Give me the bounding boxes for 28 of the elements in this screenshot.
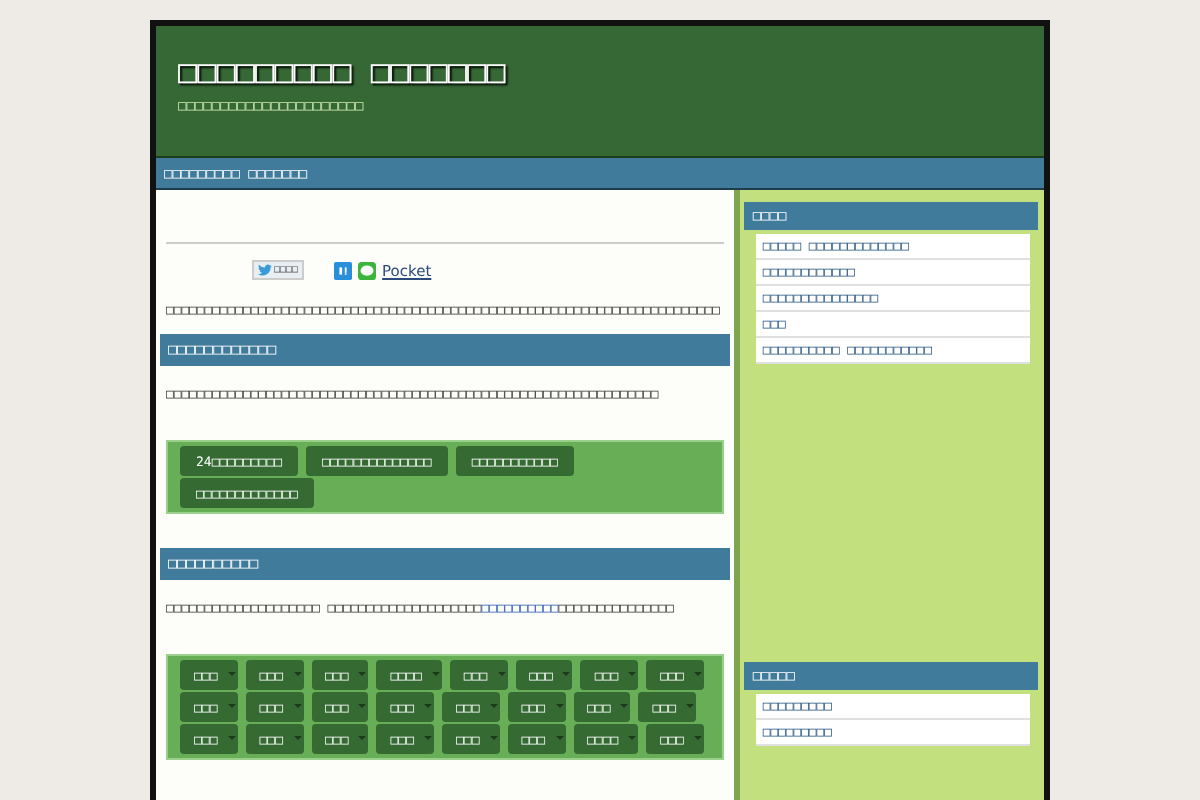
caret-icon: [358, 672, 367, 676]
caret-icon: [227, 704, 236, 708]
caret-icon: [555, 736, 563, 740]
caret-icon: [497, 672, 506, 676]
caret-icon: [424, 736, 432, 740]
bird-icon: [258, 264, 272, 276]
caret-icon: [693, 736, 702, 740]
caret-icon: [293, 672, 301, 676]
caret-icon: [489, 704, 498, 708]
bookmark-icon[interactable]: [334, 261, 353, 279]
caret-icon: [489, 736, 498, 740]
site-title[interactable]: □□□□□□□□□ □□□□□□□: [178, 52, 1022, 92]
chat-bubble-icon[interactable]: [358, 261, 377, 279]
caret-icon: [693, 672, 702, 676]
caret-icon: [628, 672, 637, 676]
caret-icon: [628, 736, 637, 740]
caret-icon: [358, 736, 367, 740]
caret-icon: [293, 736, 301, 740]
caret-icon: [562, 672, 571, 676]
caret-icon: [358, 704, 367, 708]
caret-icon: [431, 672, 440, 676]
caret-icon: [227, 736, 236, 740]
caret-icon: [424, 704, 432, 708]
caret-icon: [293, 704, 301, 708]
caret-icon: [555, 704, 563, 708]
caret-icon: [620, 704, 629, 708]
caret-icon: [227, 672, 236, 676]
caret-icon: [686, 704, 694, 708]
